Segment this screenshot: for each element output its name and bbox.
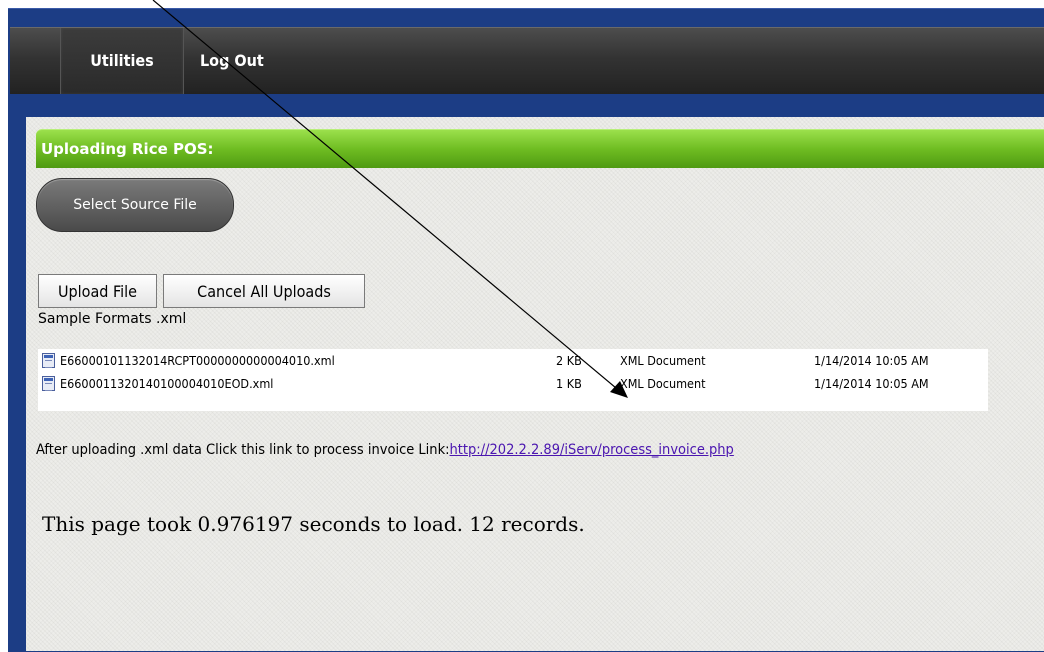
panel-title: Uploading Rice POS: [41,140,214,158]
sample-formats-label: Sample Formats .xml [38,311,187,327]
main-content: Uploading Rice POS: Select Source File U… [26,117,1044,651]
file-date: 1/14/2014 10:05 AM [814,376,929,391]
process-instruction-text: After uploading .xml data Click this lin… [36,442,450,458]
file-list: E66000101132014RCPT0000000000004010.xml … [38,349,988,411]
cancel-all-uploads-button[interactable]: Cancel All Uploads [163,274,365,308]
select-source-file-button[interactable]: Select Source File [36,178,234,232]
tab-utilities[interactable]: Utilities [60,28,184,94]
file-date: 1/14/2014 10:05 AM [814,353,929,368]
tab-log-out[interactable]: Log Out [194,28,290,94]
process-invoice-line: After uploading .xml data Click this lin… [36,442,734,458]
file-type: XML Document [620,376,706,391]
page-load-info: This page took 0.976197 seconds to load.… [42,512,585,536]
top-nav-bar: Utilities Log Out [10,27,1044,94]
process-invoice-link[interactable]: http://202.2.2.89/iServ/process_invoice.… [450,442,734,458]
file-name: E6600011320140100004010EOD.xml [60,376,274,391]
file-row[interactable]: E6600011320140100004010EOD.xml 1 KB XML … [38,374,988,396]
file-size: 2 KB [556,353,582,368]
upload-file-button[interactable]: Upload File [38,274,157,308]
file-name: E66000101132014RCPT0000000000004010.xml [60,353,335,368]
file-row[interactable]: E66000101132014RCPT0000000000004010.xml … [38,351,988,373]
xml-document-icon [42,353,55,368]
panel-header: Uploading Rice POS: [36,129,1044,168]
xml-document-icon [42,376,55,391]
file-size: 1 KB [556,376,582,391]
file-type: XML Document [620,353,706,368]
